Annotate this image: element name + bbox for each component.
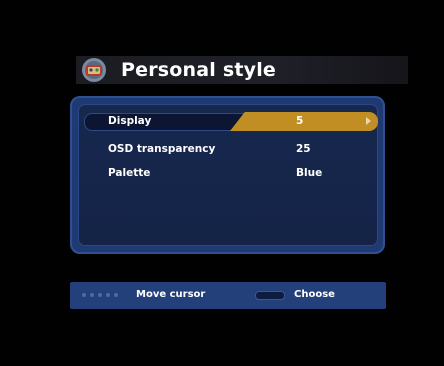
setting-label-display: Display (108, 115, 152, 127)
arrow-keys-icon (82, 290, 126, 300)
setting-label-palette[interactable]: Palette (108, 166, 150, 180)
help-choose: Choose (294, 289, 335, 300)
setting-label-osd-transparency[interactable]: OSD transparency (108, 142, 215, 156)
chevron-right-icon[interactable] (366, 117, 371, 125)
row-highlight-value-bg (230, 112, 378, 131)
palette-settings-icon (82, 58, 106, 82)
setting-value-palette[interactable]: Blue (296, 166, 322, 180)
page-title: Personal style (121, 59, 276, 81)
setting-value-display[interactable]: 5 (296, 114, 303, 128)
ok-key-icon (255, 291, 285, 300)
setting-value-osd-transparency[interactable]: 25 (296, 142, 311, 156)
help-move-cursor: Move cursor (136, 289, 206, 300)
